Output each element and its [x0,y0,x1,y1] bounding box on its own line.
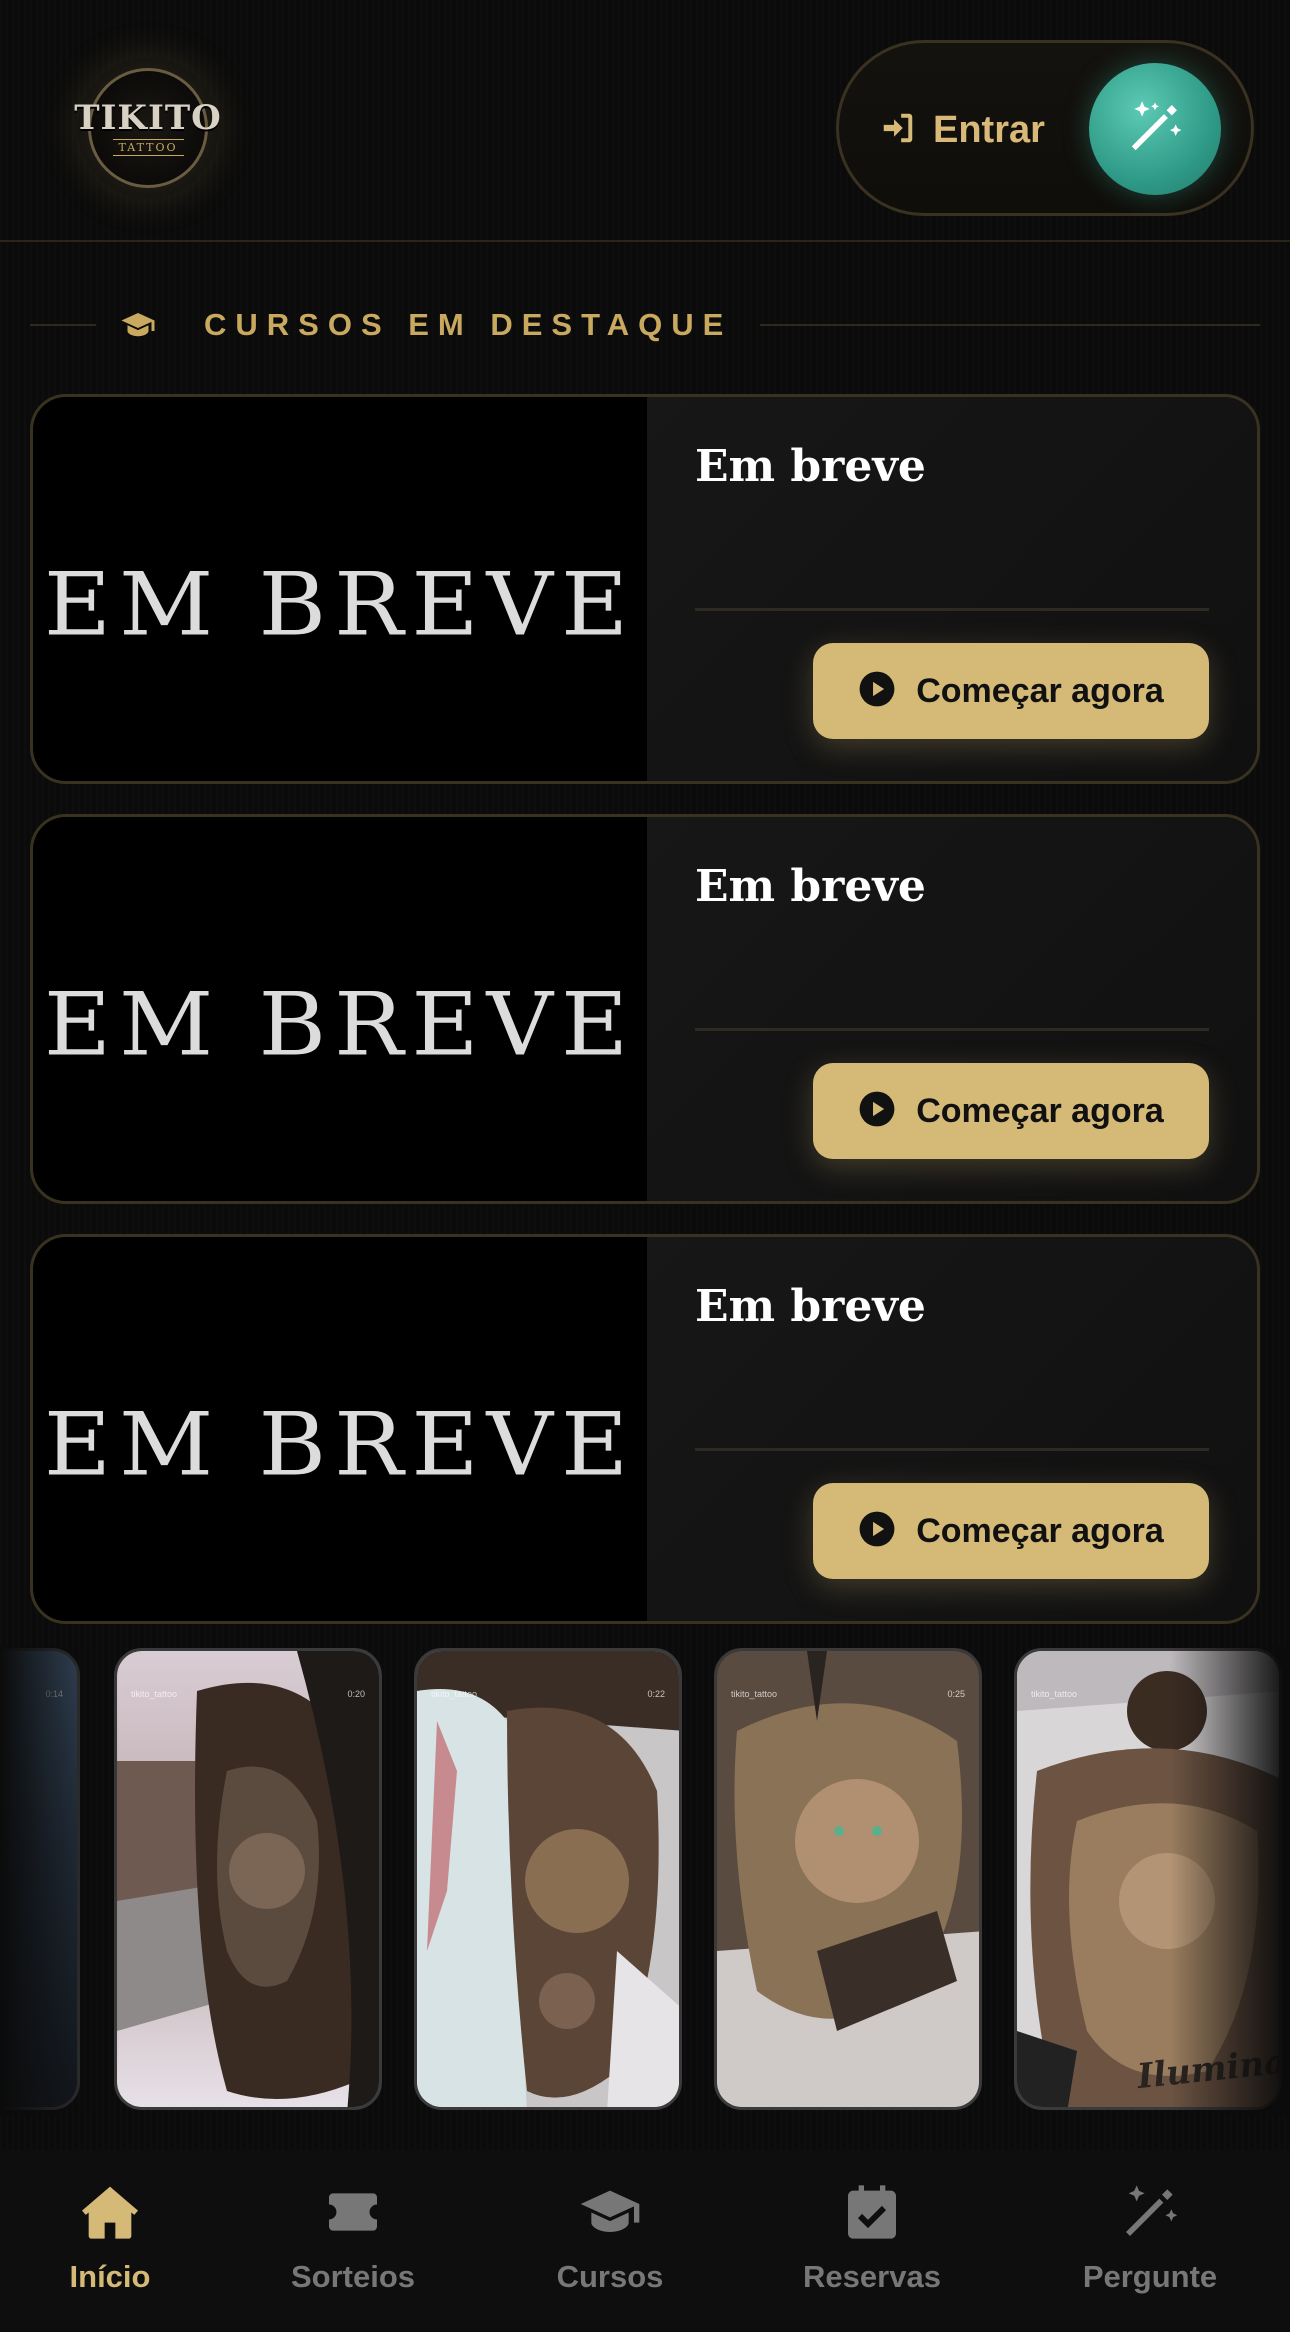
start-course-button[interactable]: Começar agora [813,643,1209,739]
section-heading: CURSOS EM DESTAQUE [30,300,1260,350]
course-title: Em breve [695,1281,926,1332]
play-circle-icon [858,1510,896,1553]
reel-meta: tikito_tattoo 0:25 [731,1689,965,1699]
nav-item-sorteios[interactable]: Sorteios [243,2180,463,2310]
thumbnail-text: EM BREVE [43,973,637,1075]
tattoo-reels-carousel[interactable]: 0:14 tikito_tattoo 0:20 tikito_tattoo 0:… [0,1646,1290,2116]
reel-image [1017,1651,1279,2107]
course-details: Em breve Começar agora [647,397,1257,781]
reel-image [717,1651,979,2107]
graduation-cap-icon [578,2180,642,2249]
start-course-button[interactable]: Começar agora [813,1483,1209,1579]
nav-item-inicio[interactable]: Início [0,2180,220,2310]
nav-item-pergunte[interactable]: Pergunte [1040,2180,1260,2310]
section-title: CURSOS EM DESTAQUE [204,307,733,342]
reel-duration: 0:14 [45,1689,63,1699]
reel-duration: 0:25 [947,1689,965,1699]
divider [30,324,96,326]
logo-crest: TIKITO TATTOO [74,68,221,188]
cta-label: Começar agora [916,1511,1164,1550]
calendar-check-icon [840,2180,904,2249]
app-header: TIKITO TATTOO Entrar [0,0,1290,242]
reel-meta: tikito_tattoo [1031,1689,1265,1699]
course-card[interactable]: EM BREVE Em breve Começar agora [30,394,1260,784]
reel-meta: 0:14 [0,1689,63,1699]
course-details: Em breve Começar agora [647,817,1257,1201]
reel-image [117,1651,379,2107]
magic-wand-icon [1118,2180,1182,2249]
course-title: Em breve [695,441,926,492]
ai-assistant-button[interactable] [1089,63,1221,195]
divider [760,324,1260,326]
cta-label: Começar agora [916,1091,1164,1130]
nav-label: Cursos [556,2259,664,2294]
logo-text: TIKITO [74,97,222,138]
home-icon [78,2180,142,2249]
course-thumbnail: EM BREVE [33,1237,647,1621]
reel-thumbnail[interactable]: tikito_tattoo Iluminado [1014,1648,1282,2110]
graduation-cap-icon [118,305,164,345]
reel-thumbnail[interactable]: tikito_tattoo 0:20 [114,1648,382,2110]
course-card[interactable]: EM BREVE Em breve Começar agora [30,1234,1260,1624]
sign-in-icon [879,109,917,152]
reel-handle: tikito_tattoo [431,1689,478,1699]
divider [695,1448,1209,1451]
nav-label: Reservas [803,2259,941,2294]
course-details: Em breve Começar agora [647,1237,1257,1621]
reel-thumbnail[interactable]: 0:14 [0,1648,80,2110]
reel-handle: tikito_tattoo [131,1689,178,1699]
course-title: Em breve [695,861,926,912]
course-thumbnail: EM BREVE [33,817,647,1201]
reel-meta: tikito_tattoo 0:20 [131,1689,365,1699]
logo-subtitle: TATTOO [112,138,184,156]
login-button[interactable]: Entrar [879,95,1045,165]
divider [695,608,1209,611]
divider [695,1028,1209,1031]
reel-image [417,1651,679,2107]
nav-item-reservas[interactable]: Reservas [762,2180,982,2310]
reel-duration: 0:20 [347,1689,365,1699]
reel-duration: 0:22 [647,1689,665,1699]
start-course-button[interactable]: Começar agora [813,1063,1209,1159]
nav-label: Pergunte [1082,2259,1218,2294]
nav-label: Sorteios [290,2259,416,2294]
reel-thumbnail[interactable]: tikito_tattoo 0:25 [714,1648,982,2110]
play-circle-icon [858,670,896,713]
nav-label: Início [69,2259,151,2294]
brand-logo[interactable]: TIKITO TATTOO [74,58,221,198]
thumbnail-text: EM BREVE [43,553,637,655]
login-label: Entrar [933,108,1045,151]
bottom-navigation: Início Sorteios Cursos Reservas Pergunte [0,2150,1290,2332]
reel-handle: tikito_tattoo [1031,1689,1078,1699]
reel-handle: tikito_tattoo [731,1689,778,1699]
course-thumbnail: EM BREVE [33,397,647,781]
cta-label: Começar agora [916,671,1164,710]
course-card[interactable]: EM BREVE Em breve Começar agora [30,814,1260,1204]
reel-thumbnail[interactable]: tikito_tattoo 0:22 [414,1648,682,2110]
header-actions: Entrar [836,40,1254,216]
thumbnail-text: EM BREVE [43,1393,637,1495]
reel-meta: tikito_tattoo 0:22 [431,1689,665,1699]
magic-wand-icon [1124,96,1186,163]
ticket-icon [321,2180,385,2249]
play-circle-icon [858,1090,896,1133]
nav-item-cursos[interactable]: Cursos [500,2180,720,2310]
